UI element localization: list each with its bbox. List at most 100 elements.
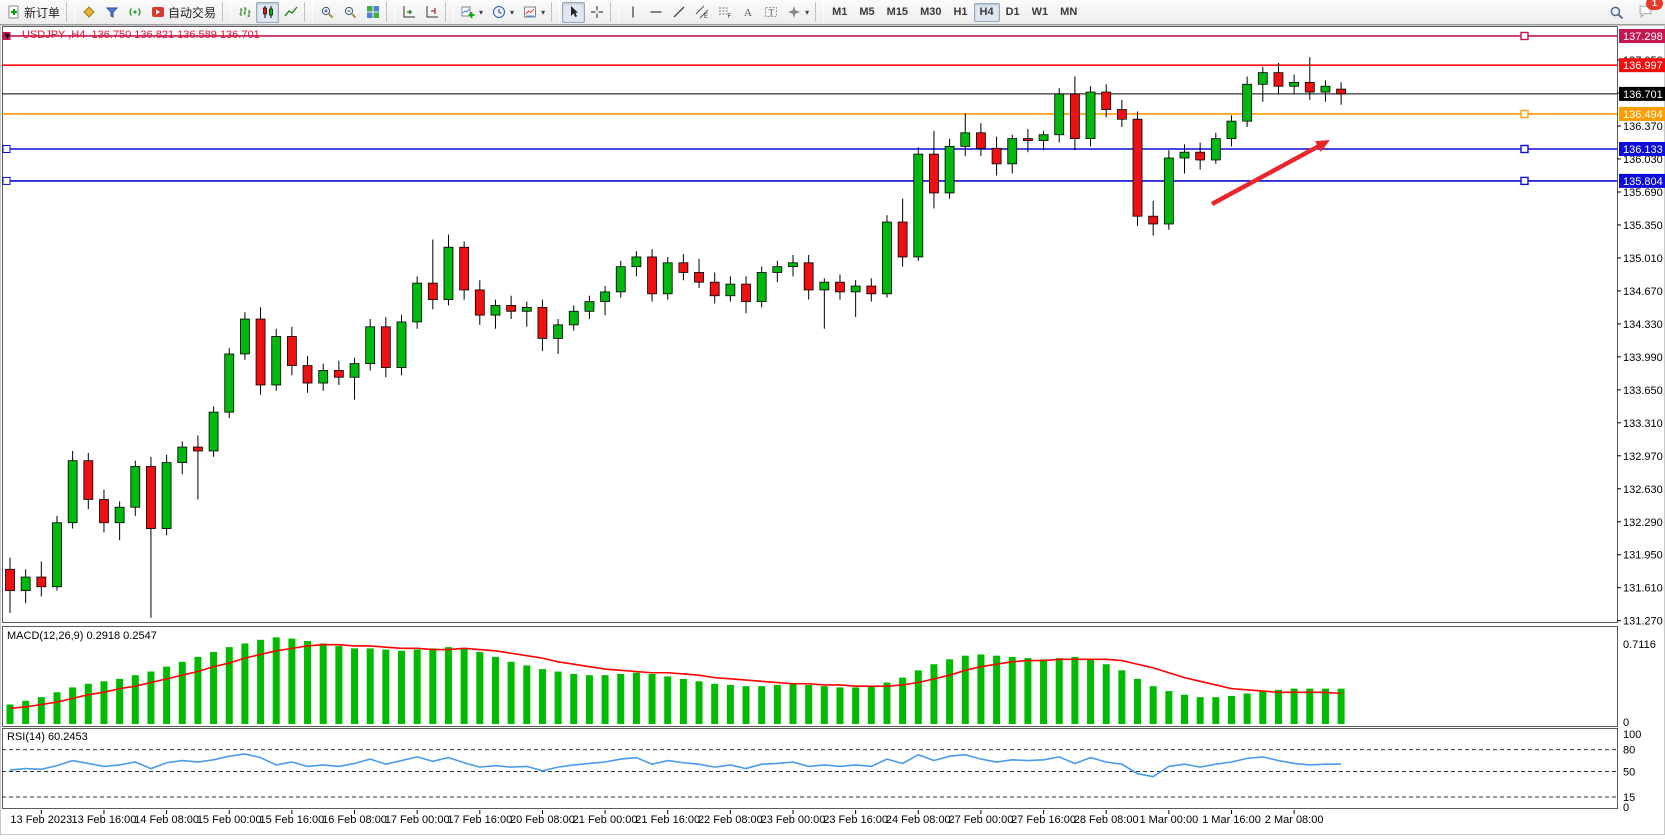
rsi-panel[interactable]: [3, 729, 1618, 809]
macd-histogram-bar: [1150, 686, 1157, 724]
price-line-handle[interactable]: [3, 145, 10, 152]
time-label: 28 Feb 08:00: [1074, 814, 1139, 826]
channel-button[interactable]: E: [690, 2, 713, 23]
timeframe-h4-button[interactable]: H4: [974, 3, 1000, 22]
candle: [68, 461, 77, 523]
chart-shift-button[interactable]: [420, 2, 443, 23]
price-tick-label: 135.350: [1623, 220, 1663, 232]
new-order-icon: [6, 5, 21, 20]
timeframe-m15-button[interactable]: M15: [881, 3, 914, 22]
periods-clock-button[interactable]: ▾: [487, 2, 518, 23]
macd-histogram-bar: [382, 650, 389, 724]
candlestick-chart-button[interactable]: [256, 2, 279, 23]
profile-button[interactable]: [100, 2, 123, 23]
timeframe-m5-button[interactable]: M5: [853, 3, 880, 22]
macd-histogram-bar: [194, 657, 201, 724]
cursor-button[interactable]: [562, 2, 585, 23]
candlestick-chart-icon: [260, 5, 275, 20]
candle: [334, 370, 343, 377]
fibonacci-icon: F: [717, 5, 732, 20]
profile-icon: [104, 5, 119, 20]
text-label-button[interactable]: T: [759, 2, 782, 23]
search-button[interactable]: [1605, 2, 1628, 23]
macd-histogram-bar: [649, 674, 656, 724]
price-badge-label: 135.804: [1623, 176, 1663, 188]
macd-histogram-bar: [805, 685, 812, 724]
candle: [1290, 82, 1299, 86]
time-label: 15 Feb 16:00: [259, 814, 324, 826]
zoom-out-button[interactable]: [338, 2, 361, 23]
macd-zero-label: 0: [1623, 717, 1629, 729]
timeframe-d1-button[interactable]: D1: [1000, 3, 1026, 22]
price-tick-label: 133.310: [1623, 418, 1663, 430]
favorites-button[interactable]: [77, 2, 100, 23]
macd-histogram-bar: [210, 652, 217, 724]
fibonacci-button[interactable]: F: [713, 2, 736, 23]
chart-canvas[interactable]: 137.050136.710136.370136.030135.690135.3…: [0, 25, 1665, 840]
macd-max-label: 0.7116: [1623, 639, 1656, 651]
timeframe-m30-button[interactable]: M30: [914, 3, 947, 22]
auto-scroll-icon: [401, 5, 416, 20]
macd-histogram-bar: [241, 643, 248, 724]
macd-histogram-bar: [445, 647, 452, 724]
macd-histogram-bar: [774, 685, 781, 724]
macd-histogram-bar: [147, 672, 154, 724]
price-line-handle[interactable]: [3, 177, 10, 184]
crosshair-button[interactable]: [585, 2, 608, 23]
vertical-line-button[interactable]: [621, 2, 644, 23]
horizontal-line-button[interactable]: [644, 2, 667, 23]
price-line-handle[interactable]: [1521, 32, 1528, 39]
time-label: 24 Feb 08:00: [886, 814, 951, 826]
text-button[interactable]: A: [736, 2, 759, 23]
macd-histogram-bar: [38, 697, 45, 724]
indicators-button[interactable]: ▾: [456, 2, 487, 23]
new-order-button[interactable]: 新订单: [2, 2, 64, 23]
tile-windows-button[interactable]: [361, 2, 384, 23]
toolbar-separator: [815, 2, 824, 22]
price-tick-label: 135.010: [1623, 253, 1663, 265]
macd-histogram-bar: [288, 639, 295, 724]
candle: [507, 305, 516, 311]
candle: [773, 267, 782, 273]
rsi-bottom-label: 0: [1623, 802, 1629, 814]
zoom-in-icon: [319, 5, 334, 20]
price-line-handle[interactable]: [1521, 177, 1528, 184]
macd-histogram-bar: [1244, 694, 1251, 725]
macd-histogram-bar: [132, 675, 139, 724]
price-line-handle[interactable]: [1521, 110, 1528, 117]
arrows-button[interactable]: ▾: [782, 2, 813, 23]
candle: [1211, 139, 1220, 160]
timeframe-h1-button[interactable]: H1: [947, 3, 973, 22]
cursor-icon: [566, 5, 581, 20]
timeframe-w1-button[interactable]: W1: [1026, 3, 1055, 22]
price-line-handle[interactable]: [3, 32, 10, 39]
signals-button[interactable]: [123, 2, 146, 23]
macd-histogram-bar: [1024, 658, 1031, 724]
bar-chart-icon: [237, 5, 252, 20]
chevron-down-icon: ▾: [479, 8, 483, 17]
chevron-down-icon: ▾: [541, 8, 545, 17]
trendline-button[interactable]: [667, 2, 690, 23]
time-label: 20 Feb 08:00: [510, 814, 575, 826]
time-label: 13 Feb 16:00: [72, 814, 137, 826]
macd-histogram-bar: [476, 652, 483, 724]
price-line-handle[interactable]: [1521, 145, 1528, 152]
timeframe-m1-button[interactable]: M1: [826, 3, 853, 22]
tile-windows-icon: [365, 5, 380, 20]
candle: [961, 133, 970, 147]
line-chart-button[interactable]: [279, 2, 302, 23]
auto-trading-label: 自动交易: [168, 4, 216, 21]
auto-trading-button[interactable]: 自动交易: [146, 2, 220, 23]
auto-scroll-button[interactable]: [397, 2, 420, 23]
time-label: 2 Mar 08:00: [1265, 814, 1324, 826]
candle: [178, 447, 187, 463]
zoom-in-button[interactable]: [315, 2, 338, 23]
bar-chart-button[interactable]: [233, 2, 256, 23]
macd-histogram-bar: [539, 669, 546, 724]
timeframe-mn-button[interactable]: MN: [1054, 3, 1083, 22]
price-tick-label: 134.330: [1623, 319, 1663, 331]
price-tick-label: 133.990: [1623, 352, 1663, 364]
candle: [6, 569, 15, 590]
candle: [1102, 92, 1111, 109]
templates-button[interactable]: ▾: [518, 2, 549, 23]
